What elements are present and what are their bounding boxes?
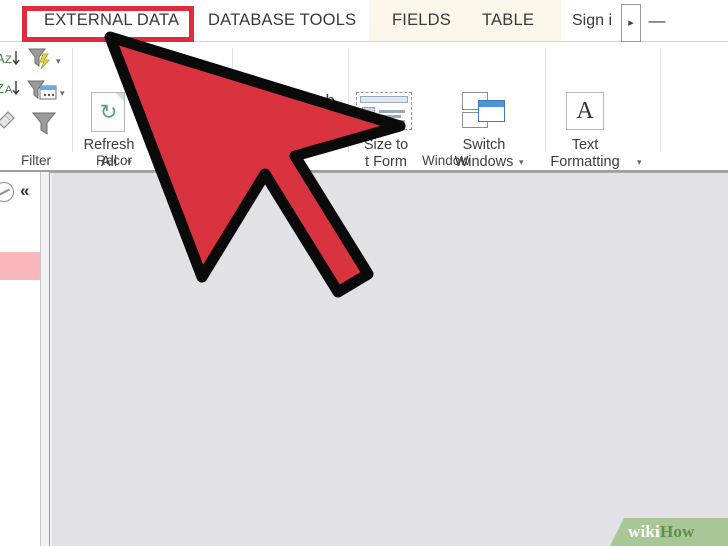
document-workspace: [50, 172, 728, 546]
svg-text:Z: Z: [5, 54, 12, 66]
watermark-suffix: How: [659, 522, 695, 541]
workspace-inner-edge: [50, 173, 52, 546]
navigation-pane-selected-item[interactable]: [0, 252, 40, 280]
remove-sort-icon[interactable]: [0, 108, 22, 133]
navigation-pane-splitter[interactable]: [41, 172, 50, 546]
size-to-fit-label-line1: Size to: [363, 137, 409, 153]
binoculars-icon[interactable]: [258, 94, 298, 124]
ribbon-tab-bar: E EXTERNAL DATA DATABASE TOOLS FIELDS TA…: [0, 0, 728, 42]
filter-selection-icon[interactable]: [26, 46, 56, 73]
text-formatting-dropdown-caret-icon[interactable]: ▾: [637, 157, 642, 168]
group-label-window: Window: [421, 153, 470, 168]
switch-windows-dropdown-caret-icon[interactable]: ▾: [519, 157, 524, 168]
svg-text:Z: Z: [0, 81, 4, 96]
text-format-a-icon[interactable]: A: [566, 92, 604, 130]
watermark-text: wikiHow: [628, 518, 695, 546]
funnel-icon[interactable]: [30, 110, 58, 139]
switch-windows-icon[interactable]: [462, 92, 506, 130]
external-data-highlight-box: [22, 6, 194, 42]
refresh-icon[interactable]: ↻: [91, 92, 125, 132]
text-formatting-label-line2: Formatting: [550, 154, 620, 170]
advanced-dropdown-caret-icon[interactable]: ▾: [60, 88, 65, 99]
watermark-prefix: wiki: [628, 522, 660, 541]
sort-ascending-icon[interactable]: A Z: [0, 48, 26, 72]
wikihow-watermark: wikiHow: [610, 518, 728, 546]
group-separator-3: [348, 48, 349, 152]
ribbon: A Z Z A: [0, 42, 728, 172]
minimize-button[interactable]: —: [644, 0, 670, 41]
group-label-records: Recor: [96, 153, 133, 168]
text-formatting-button[interactable]: Text Formatting: [530, 137, 640, 171]
switch-windows-label-line1: Switch: [462, 137, 506, 153]
collapse-navigation-pane-button[interactable]: «: [20, 180, 29, 202]
tab-database-tools[interactable]: DATABASE TOOLS: [208, 0, 356, 41]
go-to-arrow-icon[interactable]: ➡: [309, 130, 322, 148]
svg-text:A: A: [5, 84, 13, 96]
sign-in-label[interactable]: Sign i: [572, 0, 612, 41]
refresh-all-label-line1: Refresh: [83, 137, 135, 153]
access-window: E EXTERNAL DATA DATABASE TOOLS FIELDS TA…: [0, 0, 728, 546]
selection-dropdown-caret-icon[interactable]: ▾: [56, 56, 61, 67]
tab-table[interactable]: TABLE: [482, 0, 534, 41]
all-access-objects-icon: [0, 182, 14, 202]
group-separator-5: [660, 48, 661, 152]
sort-descending-icon[interactable]: Z A: [0, 78, 26, 101]
text-formatting-label-line1: Text: [571, 137, 599, 153]
group-label-filter: Filter: [21, 153, 51, 168]
tab-fields[interactable]: FIELDS: [392, 0, 451, 41]
sign-in-more-button[interactable]: ▸: [621, 4, 641, 42]
group-separator-2: [232, 48, 233, 152]
filter-advanced-icon[interactable]: [26, 78, 58, 105]
go-to-dropdown-caret-icon[interactable]: ▾: [334, 132, 339, 143]
group-separator-1: [72, 48, 73, 152]
restore-button[interactable]: [680, 0, 710, 41]
size-to-fit-form-icon[interactable]: [356, 92, 412, 130]
